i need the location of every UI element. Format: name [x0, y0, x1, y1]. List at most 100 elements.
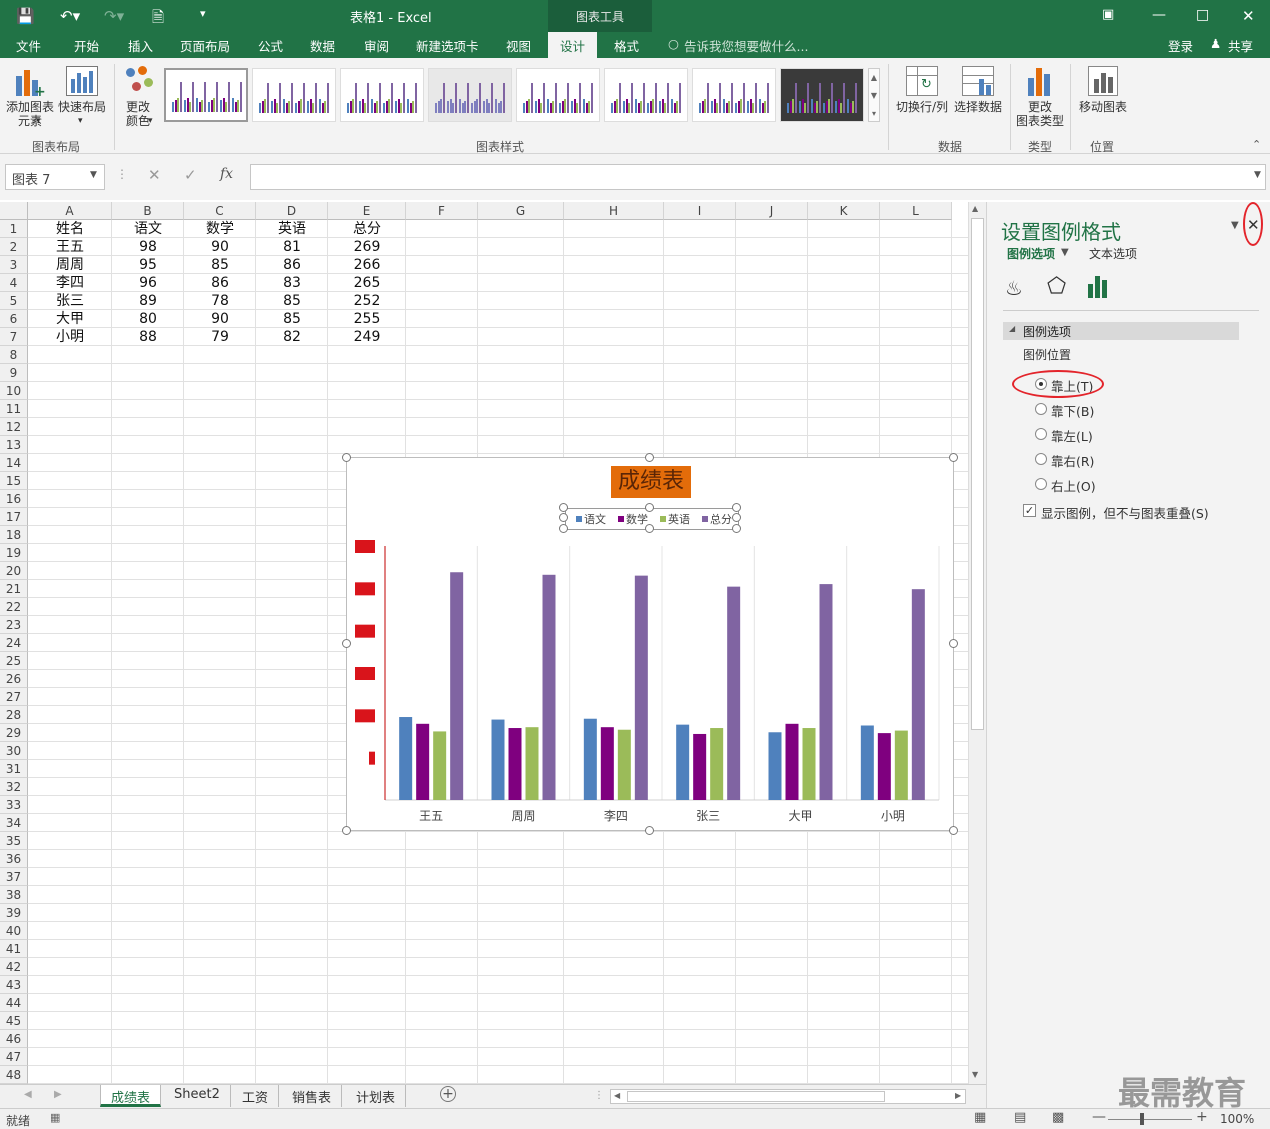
- change-colors-dropdown-icon[interactable]: ▾: [148, 114, 153, 128]
- option-left-label[interactable]: 靠左(L): [1051, 426, 1093, 445]
- legend-handle-n[interactable]: [645, 503, 654, 512]
- change-colors-button[interactable]: 更改 颜色: [114, 100, 162, 128]
- y-tick-label[interactable]: [355, 582, 375, 596]
- quick-layout-button[interactable]: 快速布局: [56, 100, 108, 114]
- fill-line-icon[interactable]: ♨: [1005, 276, 1023, 300]
- switch-row-column-button[interactable]: 切换行/列: [894, 100, 950, 114]
- select-all-corner[interactable]: [0, 202, 28, 220]
- row-header[interactable]: 7: [0, 328, 28, 346]
- y-tick-label[interactable]: [369, 751, 375, 765]
- vertical-scrollbar[interactable]: ▲ ▼: [968, 202, 986, 1084]
- row-header[interactable]: 16: [0, 490, 28, 508]
- tab-design[interactable]: 设计: [548, 32, 598, 58]
- sheet-tab-jihua[interactable]: 计划表: [346, 1085, 407, 1107]
- bar[interactable]: [860, 725, 874, 800]
- option-right-label[interactable]: 靠右(R): [1051, 451, 1094, 470]
- cell[interactable]: 英语: [256, 220, 328, 238]
- row-header[interactable]: 26: [0, 670, 28, 688]
- option-top-right-label[interactable]: 右上(O): [1051, 476, 1096, 495]
- cell[interactable]: 96: [112, 274, 184, 292]
- add-chart-element-button[interactable]: 添加图表 元素: [4, 100, 56, 128]
- row-header[interactable]: 17: [0, 508, 28, 526]
- chart-style-3[interactable]: [340, 68, 424, 122]
- chart-style-2[interactable]: [252, 68, 336, 122]
- move-chart-button[interactable]: 移动图表: [1076, 100, 1130, 114]
- row-header[interactable]: 9: [0, 364, 28, 382]
- cell[interactable]: 98: [112, 238, 184, 256]
- legend-handle-w[interactable]: [559, 513, 568, 522]
- save-icon[interactable]: 💾: [16, 7, 35, 25]
- radio-top-right[interactable]: [1035, 478, 1047, 490]
- legend-handle-e[interactable]: [732, 513, 741, 522]
- row-header[interactable]: 28: [0, 706, 28, 724]
- move-chart-icon[interactable]: [1088, 66, 1118, 96]
- close-icon[interactable]: ✕: [1242, 7, 1255, 25]
- customize-qat-icon[interactable]: ▾: [200, 7, 206, 20]
- column-header-e[interactable]: E: [328, 202, 406, 220]
- quick-layout-icon[interactable]: [66, 66, 98, 96]
- radio-bottom[interactable]: [1035, 403, 1047, 415]
- tab-file[interactable]: 文件: [16, 36, 41, 55]
- sheet-tab-gongzi[interactable]: 工资: [232, 1085, 280, 1107]
- cell[interactable]: 李四: [28, 274, 112, 292]
- column-header-k[interactable]: K: [808, 202, 880, 220]
- tab-data[interactable]: 数据: [310, 36, 335, 55]
- row-header[interactable]: 29: [0, 724, 28, 742]
- pane-options-dropdown-icon[interactable]: ▼: [1231, 220, 1239, 231]
- row-header[interactable]: 15: [0, 472, 28, 490]
- bar[interactable]: [542, 574, 556, 800]
- chart-style-5[interactable]: [516, 68, 600, 122]
- bar[interactable]: [583, 718, 597, 800]
- minimize-icon[interactable]: —: [1152, 7, 1166, 23]
- legend-options-dropdown-icon[interactable]: ▼: [1061, 247, 1069, 258]
- cell[interactable]: 78: [184, 292, 256, 310]
- add-sheet-icon[interactable]: +: [440, 1086, 456, 1102]
- scroll-right-icon[interactable]: ▶: [955, 1091, 961, 1100]
- chart-style-4[interactable]: [428, 68, 512, 122]
- column-header-g[interactable]: G: [478, 202, 564, 220]
- bar[interactable]: [768, 732, 782, 800]
- cell[interactable]: 86: [256, 256, 328, 274]
- row-header[interactable]: 30: [0, 742, 28, 760]
- resize-handle-se[interactable]: [949, 826, 958, 835]
- row-header[interactable]: 11: [0, 400, 28, 418]
- show-legend-checkbox[interactable]: ✓: [1023, 504, 1036, 517]
- name-box-dropdown-icon[interactable]: ▼: [90, 170, 97, 180]
- cell[interactable]: 90: [184, 238, 256, 256]
- chart-style-8[interactable]: [780, 68, 864, 122]
- cell[interactable]: 数学: [184, 220, 256, 238]
- row-header[interactable]: 41: [0, 940, 28, 958]
- scroll-left-icon[interactable]: ◀: [614, 1091, 620, 1100]
- cell[interactable]: 85: [184, 256, 256, 274]
- sheet-tab-chengjibiao[interactable]: 成绩表: [100, 1085, 162, 1107]
- cell[interactable]: 85: [256, 292, 328, 310]
- vertical-scroll-thumb[interactable]: [971, 218, 984, 730]
- row-header[interactable]: 18: [0, 526, 28, 544]
- legend-handle-nw[interactable]: [559, 503, 568, 512]
- resize-handle-nw[interactable]: [342, 453, 351, 462]
- resize-handle-n[interactable]: [645, 453, 654, 462]
- row-header[interactable]: 13: [0, 436, 28, 454]
- bar[interactable]: [433, 731, 447, 800]
- row-header[interactable]: 40: [0, 922, 28, 940]
- row-header[interactable]: 46: [0, 1030, 28, 1048]
- macro-record-icon[interactable]: ▦: [50, 1111, 60, 1124]
- bar[interactable]: [416, 723, 430, 800]
- zoom-slider-thumb[interactable]: [1140, 1113, 1144, 1125]
- row-header[interactable]: 44: [0, 994, 28, 1012]
- new-file-icon[interactable]: 🗎: [152, 7, 164, 32]
- sheet-tab-xiaoshou[interactable]: 销售表: [282, 1085, 343, 1107]
- share-button[interactable]: 共享: [1228, 36, 1253, 55]
- bar[interactable]: [634, 575, 648, 800]
- cell[interactable]: 249: [328, 328, 406, 346]
- row-header[interactable]: 19: [0, 544, 28, 562]
- bar[interactable]: [785, 723, 799, 800]
- add-element-dropdown-icon[interactable]: ▾: [36, 114, 41, 128]
- expand-formula-icon[interactable]: ▼: [1254, 170, 1261, 180]
- cancel-formula-icon[interactable]: ✕: [148, 166, 161, 184]
- row-header[interactable]: 20: [0, 562, 28, 580]
- change-chart-type-icon[interactable]: [1026, 66, 1054, 96]
- column-header-d[interactable]: D: [256, 202, 328, 220]
- cell[interactable]: 89: [112, 292, 184, 310]
- login-link[interactable]: 登录: [1168, 36, 1193, 55]
